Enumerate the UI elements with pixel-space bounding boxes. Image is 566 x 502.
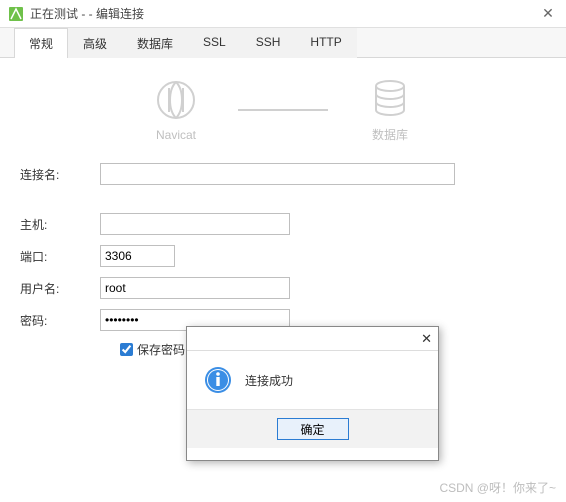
tab-general[interactable]: 常规	[14, 28, 68, 58]
tab-http[interactable]: HTTP	[295, 28, 356, 58]
pwd-label: 密码:	[20, 312, 100, 329]
port-label: 端口:	[20, 248, 100, 265]
host-label: 主机:	[20, 216, 100, 233]
info-icon	[203, 365, 233, 395]
msgbox-text: 连接成功	[245, 372, 293, 389]
diagram-left-label: Navicat	[156, 128, 196, 142]
tab-advanced[interactable]: 高级	[68, 28, 122, 58]
save-pwd-checkbox[interactable]	[120, 343, 133, 356]
connection-line	[238, 109, 328, 111]
user-input[interactable]	[100, 277, 290, 299]
tab-ssl[interactable]: SSL	[188, 28, 241, 58]
conn-name-label: 连接名:	[20, 166, 100, 183]
navicat-logo-icon	[154, 78, 198, 122]
connection-diagram: Navicat 数据库	[0, 58, 566, 153]
host-input[interactable]	[100, 213, 290, 235]
title-suffix: - 编辑连接	[89, 7, 144, 21]
tab-database[interactable]: 数据库	[122, 28, 188, 58]
save-pwd-label: 保存密码	[137, 341, 185, 358]
title-bar: 正在测试 - - 编辑连接 ✕	[0, 0, 566, 28]
diagram-right-label: 数据库	[372, 126, 408, 143]
ok-button[interactable]: 确定	[277, 418, 349, 440]
database-icon	[368, 76, 412, 120]
tab-ssh[interactable]: SSH	[241, 28, 296, 58]
watermark: CSDN @呀！你来了~	[439, 479, 556, 496]
navicat-icon	[8, 6, 24, 22]
close-icon[interactable]: ✕	[538, 5, 558, 22]
port-input[interactable]	[100, 245, 175, 267]
conn-name-input[interactable]	[100, 163, 455, 185]
user-label: 用户名:	[20, 280, 100, 297]
msgbox-titlebar: ✕	[187, 327, 438, 351]
tab-bar: 常规 高级 数据库 SSL SSH HTTP	[0, 28, 566, 58]
message-box: ✕ 连接成功 确定	[186, 326, 439, 461]
window-title: 正在测试 - - 编辑连接	[30, 5, 538, 22]
msgbox-close-icon[interactable]: ✕	[421, 331, 432, 347]
title-prefix: 正在测试 -	[30, 7, 89, 21]
